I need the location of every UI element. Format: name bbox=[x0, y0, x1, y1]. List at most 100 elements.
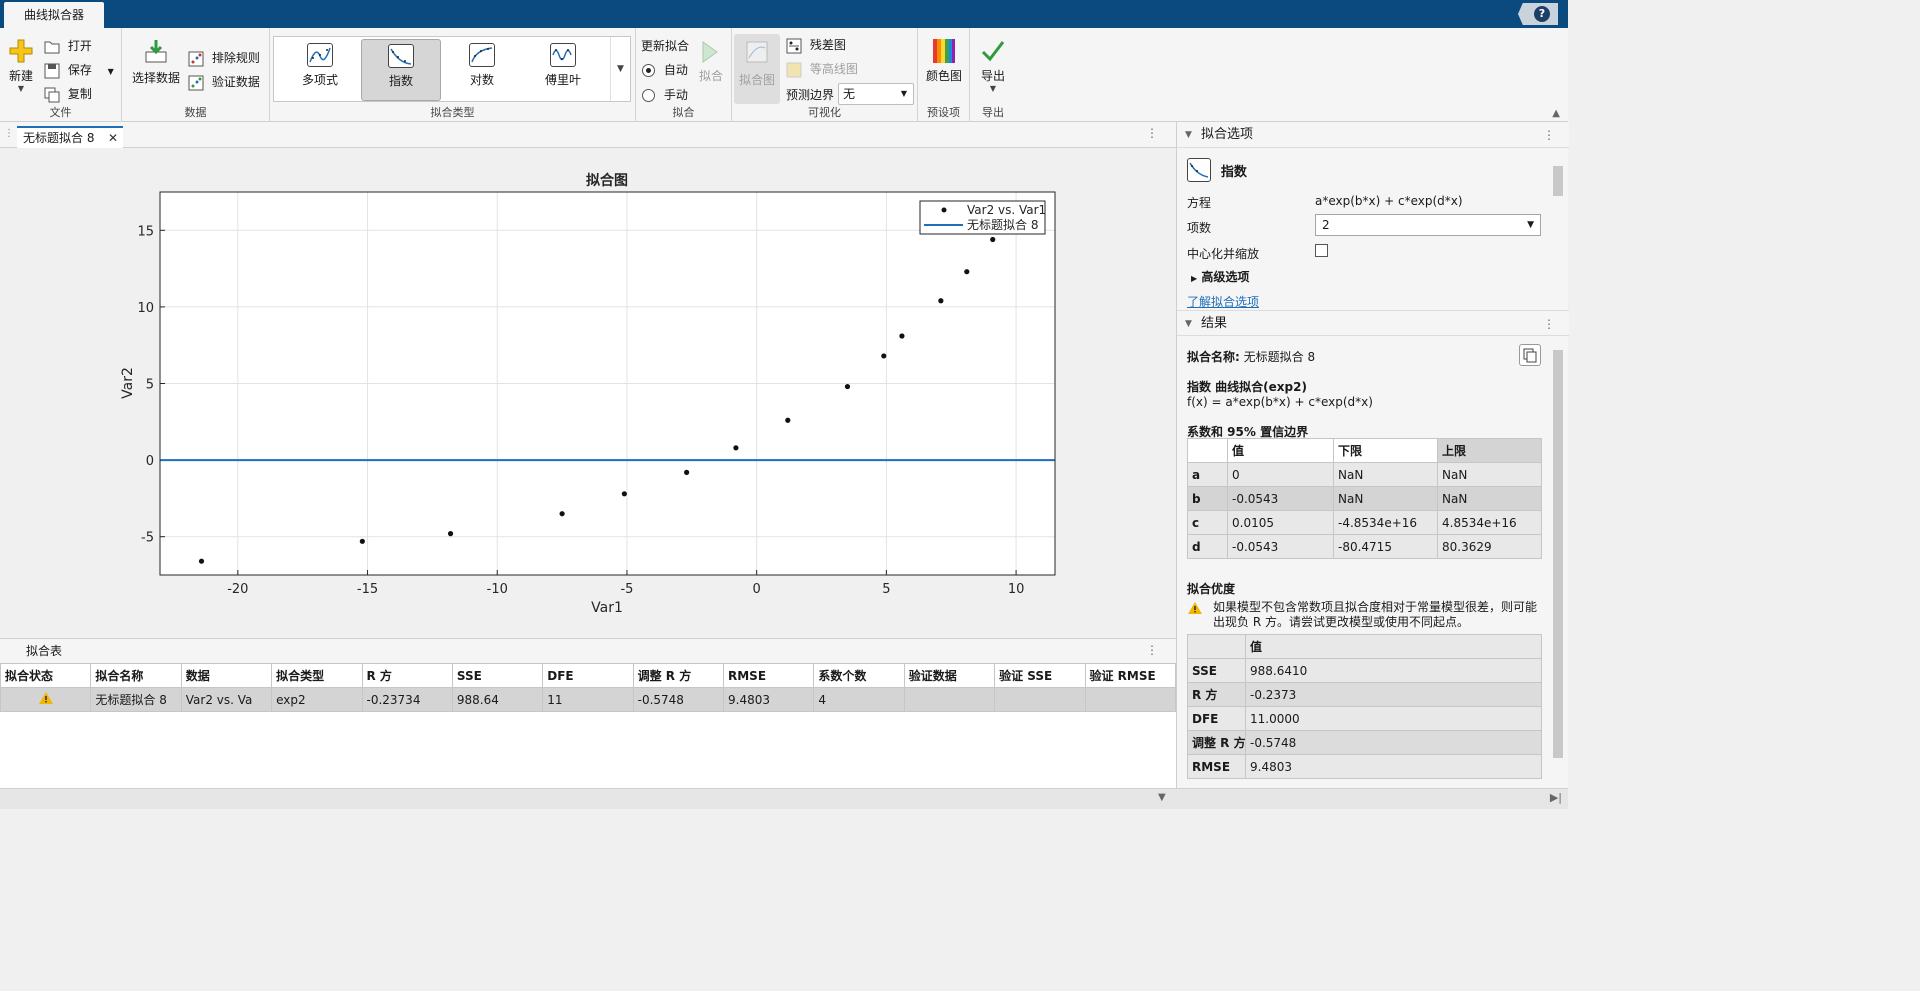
select-data-icon bbox=[145, 40, 167, 63]
document-tab[interactable]: 无标题拟合 8 ✕ bbox=[17, 126, 123, 148]
fit-options-scrollbar[interactable] bbox=[1552, 150, 1564, 304]
center-scale-label: 中心化并缩放 bbox=[1187, 247, 1260, 261]
validation-data-button[interactable]: 验证数据 bbox=[188, 73, 260, 91]
advanced-options-toggle[interactable]: ▶ 高级选项 bbox=[1191, 268, 1249, 285]
close-icon[interactable]: ✕ bbox=[108, 128, 118, 148]
gallery-item-polynomial[interactable]: 多项式 bbox=[280, 39, 360, 101]
fit-plot-button[interactable]: 拟合图 bbox=[734, 34, 780, 104]
fit-table-header[interactable]: 验证 RMSE bbox=[1084, 663, 1176, 688]
legend-entry-data: Var2 vs. Var1 bbox=[967, 203, 1046, 217]
expand-right-icon[interactable]: ▶| bbox=[1550, 791, 1562, 804]
prediction-bounds-value: 无 bbox=[843, 87, 856, 101]
table-row[interactable]: 无标题拟合 8 Var2 vs. Va exp2 -0.23734 988.64 11 -0… bbox=[0, 687, 1176, 712]
x-tick-label: 5 bbox=[882, 582, 890, 597]
y-tick-label: 10 bbox=[137, 301, 154, 316]
gallery-item-fourier[interactable]: 傅里叶 bbox=[523, 39, 603, 101]
coef-value: -80.4715 bbox=[1333, 534, 1438, 559]
fit-table-header[interactable]: DFE bbox=[542, 663, 634, 688]
save-button[interactable]: 保存 ▼ bbox=[44, 61, 114, 79]
fit-plot-chart[interactable]: -20 -15 -10 -5 0 5 10 -5 0 5 10 15 拟合图 Var1 Var2 Va… bbox=[0, 148, 1176, 638]
table-cell: 988.64 bbox=[451, 687, 544, 712]
validation-data-icon bbox=[188, 75, 204, 90]
data-point bbox=[198, 558, 205, 564]
fit-table-header[interactable]: 数据 bbox=[180, 663, 273, 688]
y-tick-label: 0 bbox=[146, 454, 154, 469]
manual-label: 手动 bbox=[663, 88, 688, 102]
copy-button[interactable]: 复制 bbox=[44, 85, 92, 103]
learn-fit-options-link[interactable]: 了解拟合选项 bbox=[1187, 293, 1259, 310]
document-menu-icon[interactable]: ⋮ bbox=[1146, 126, 1158, 140]
new-dropdown-icon[interactable]: ▼ bbox=[6, 84, 36, 93]
exclusion-rules-button[interactable]: 排除规则 bbox=[188, 49, 260, 67]
export-section-label: 导出 bbox=[982, 106, 1004, 119]
fit-table-header[interactable]: 拟合名称 bbox=[90, 663, 182, 688]
fit-name-value: 无标题拟合 8 bbox=[1243, 350, 1316, 364]
gof-value: -0.5748 bbox=[1245, 730, 1542, 755]
gallery-item-logarithmic[interactable]: 对数 bbox=[442, 39, 522, 101]
auto-label: 自动 bbox=[663, 63, 688, 77]
export-label: 导出 bbox=[980, 69, 1005, 83]
select-data-label: 选择数据 bbox=[131, 71, 180, 85]
app-tab[interactable]: 曲线拟合器 bbox=[4, 2, 104, 28]
terms-select[interactable]: 2 ▼ bbox=[1315, 214, 1541, 236]
coef-header: 上限 bbox=[1437, 438, 1542, 463]
prediction-bounds-select[interactable]: 无 ▼ bbox=[838, 83, 914, 105]
export-button[interactable]: 导出 ▼ bbox=[978, 38, 1008, 93]
center-scale-checkbox[interactable] bbox=[1315, 244, 1328, 257]
fit-options-header[interactable]: ▼ 拟合选项 ⋮ bbox=[1177, 122, 1569, 148]
fit-table-header[interactable]: 拟合状态 bbox=[0, 663, 92, 688]
manual-radio[interactable]: 手动 bbox=[642, 86, 688, 103]
export-dropdown-icon[interactable]: ▼ bbox=[978, 84, 1008, 93]
collapse-icon: ▼ bbox=[1185, 130, 1192, 140]
auto-radio[interactable]: 自动 bbox=[642, 61, 688, 78]
x-tick-label: 0 bbox=[753, 582, 761, 597]
contour-plot-button[interactable]: 等高线图 bbox=[786, 60, 858, 78]
residuals-plot-button[interactable]: 残差图 bbox=[786, 36, 846, 54]
filter-icon[interactable]: ▼ bbox=[1158, 792, 1166, 803]
select-data-button[interactable]: 选择数据 bbox=[128, 38, 184, 86]
results-menu-icon[interactable]: ⋮ bbox=[1543, 311, 1555, 337]
data-point bbox=[684, 469, 690, 475]
fit-table-header[interactable]: 系数个数 bbox=[813, 663, 905, 688]
fit-options-menu-icon[interactable]: ⋮ bbox=[1543, 122, 1555, 148]
colormap-button[interactable]: 颜色图 bbox=[924, 38, 964, 84]
results-header[interactable]: ▼ 结果 ⋮ bbox=[1177, 310, 1569, 336]
fit-table-header[interactable]: 验证数据 bbox=[903, 663, 996, 688]
document-tab-label: 无标题拟合 8 bbox=[23, 131, 95, 145]
scrollbar-thumb[interactable] bbox=[1553, 166, 1563, 196]
collapse-toolstrip-icon[interactable]: ▲ bbox=[1552, 108, 1560, 119]
play-icon bbox=[702, 41, 718, 63]
new-button[interactable]: 新建 ▼ bbox=[6, 38, 36, 93]
open-button[interactable]: 打开 bbox=[44, 37, 92, 54]
colormap-label: 颜色图 bbox=[925, 69, 962, 83]
gof-metric: SSE bbox=[1187, 658, 1246, 683]
gallery-item-exponential[interactable]: 指数 bbox=[361, 39, 441, 101]
fit-table-header[interactable]: 验证 SSE bbox=[994, 663, 1086, 688]
legend[interactable]: Var2 vs. Var1 无标题拟合 8 bbox=[919, 200, 1046, 235]
scrollbar-thumb[interactable] bbox=[1553, 350, 1563, 758]
fit-table-header[interactable]: RMSE bbox=[722, 663, 815, 688]
copy-results-button[interactable] bbox=[1519, 344, 1541, 366]
y-tick-label: 15 bbox=[137, 224, 154, 239]
table-cell: -0.23734 bbox=[361, 687, 453, 712]
fourier-icon bbox=[550, 43, 576, 67]
help-button[interactable]: ? bbox=[1518, 3, 1558, 25]
folder-icon bbox=[44, 41, 60, 53]
fit-plot-icon bbox=[746, 41, 768, 63]
results-scrollbar[interactable] bbox=[1552, 338, 1564, 782]
fit-table-header[interactable]: 拟合类型 bbox=[271, 663, 363, 688]
data-section: 选择数据 排除规则 验证数据 数据 bbox=[122, 28, 270, 122]
fit-table-header[interactable]: 调整 R 方 bbox=[632, 663, 725, 688]
chevron-down-icon: ▼ bbox=[1527, 220, 1534, 230]
fit-button[interactable]: 拟合 bbox=[696, 40, 726, 84]
fit-table-menu-icon[interactable]: ⋮ bbox=[1146, 643, 1158, 657]
save-dropdown-icon[interactable]: ▼ bbox=[108, 67, 114, 76]
data-point bbox=[359, 538, 365, 544]
data-point bbox=[447, 531, 454, 537]
x-axis-label: Var1 bbox=[591, 600, 623, 616]
fit-table-header[interactable]: R 方 bbox=[361, 663, 453, 688]
fit-table-header[interactable]: SSE bbox=[451, 663, 544, 688]
table-cell: 4 bbox=[813, 687, 905, 712]
gallery-expand-icon[interactable]: ▼ bbox=[610, 37, 630, 101]
coef-value: NaN bbox=[1437, 462, 1542, 487]
